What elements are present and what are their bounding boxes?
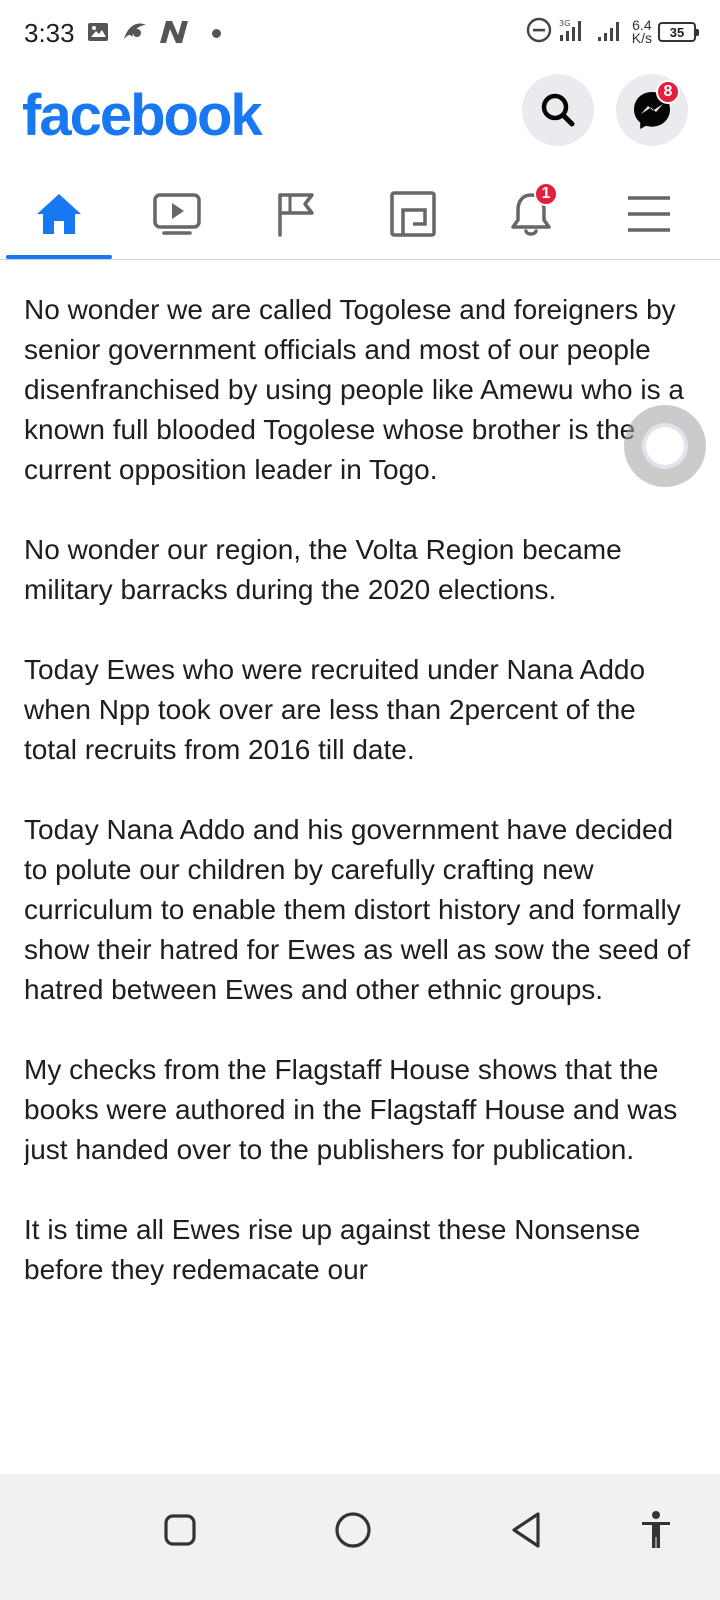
tab-home[interactable] — [0, 168, 118, 260]
floating-assistive-button[interactable] — [624, 405, 706, 487]
messenger-badge: 8 — [656, 80, 680, 104]
post-paragraph: Today Nana Addo and his government have … — [24, 814, 691, 1005]
tab-watch[interactable] — [118, 168, 236, 260]
svg-text:3G: 3G — [559, 19, 570, 28]
status-time: 3:33 — [24, 18, 75, 48]
messenger-button[interactable]: 8 — [616, 74, 688, 146]
post-paragraph: Today Ewes who were recruited under Nana… — [24, 654, 646, 765]
post-body: No wonder we are called Togolese and for… — [24, 290, 696, 1470]
search-icon — [541, 93, 575, 127]
status-right: 3G 6.4 K/s 35 — [526, 16, 699, 48]
recents-button[interactable] — [150, 1500, 210, 1560]
search-button[interactable] — [522, 74, 594, 146]
tab-marketplace[interactable] — [354, 168, 472, 260]
back-button[interactable] — [496, 1500, 556, 1560]
floating-button-core — [642, 423, 688, 469]
post-paragraph: No wonder we are called Togolese and for… — [24, 294, 684, 485]
tab-menu[interactable] — [590, 168, 708, 260]
net-speed-unit: K/s — [631, 30, 652, 46]
notification-dot — [212, 29, 221, 38]
active-tab-indicator — [6, 255, 112, 259]
notification-badge: 1 — [534, 182, 558, 206]
net-speed: 6.4 K/s — [631, 18, 652, 46]
accessibility-button[interactable] — [626, 1500, 686, 1560]
home-nav-button[interactable] — [323, 1500, 383, 1560]
tab-pages[interactable] — [236, 168, 354, 260]
tab-bar: 1 — [0, 168, 720, 260]
app-icon — [120, 18, 150, 46]
battery-indicator: 35 — [658, 22, 699, 42]
n-app-icon — [158, 18, 190, 46]
signal-icon: 3G — [558, 17, 590, 48]
dnd-icon — [526, 17, 552, 48]
accessibility-icon — [642, 1511, 670, 1548]
home-icon — [37, 194, 81, 234]
post-paragraph: No wonder our region, the Volta Region b… — [24, 534, 622, 605]
status-bar: 3:33 3G 6.4 K/s 35 — [0, 0, 720, 64]
app-header: facebook 8 — [0, 64, 720, 168]
video-icon — [153, 193, 201, 235]
gallery-icon — [86, 18, 110, 46]
system-nav-bar — [0, 1474, 720, 1600]
post-paragraph: My checks from the Flagstaff House shows… — [24, 1054, 678, 1165]
menu-icon — [628, 196, 670, 232]
marketplace-icon — [390, 191, 436, 237]
recents-icon — [164, 1514, 196, 1546]
back-icon — [512, 1512, 540, 1548]
signal-icon-2 — [596, 17, 626, 48]
flag-icon — [278, 193, 314, 237]
post-paragraph: It is time all Ewes rise up against thes… — [24, 1214, 641, 1285]
facebook-logo[interactable]: facebook — [22, 82, 263, 149]
home-circle-icon — [335, 1512, 371, 1548]
tab-notifications[interactable]: 1 — [472, 168, 590, 260]
